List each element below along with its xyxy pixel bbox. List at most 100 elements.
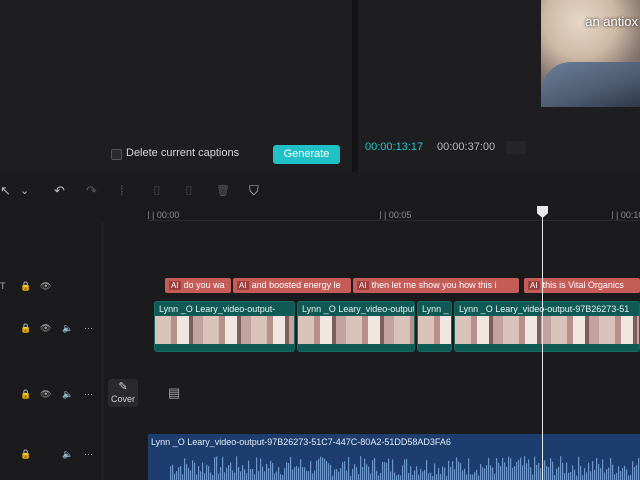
waveform-bar (310, 461, 312, 480)
waveform-bar (246, 472, 248, 480)
waveform-bar (340, 468, 342, 480)
lock-icon[interactable]: 🔒 (20, 389, 31, 399)
waveform-bar (176, 471, 178, 480)
waveform-bar (492, 467, 494, 480)
waveform-bar (576, 475, 578, 480)
waveform-bar (468, 458, 470, 480)
eye-icon[interactable]: 👁 (40, 389, 51, 399)
waveform-bar (460, 463, 462, 480)
shield-icon[interactable]: ⛉ (249, 184, 259, 198)
cover-label: Cover (110, 394, 135, 404)
waveform-bar (372, 460, 374, 480)
waveform-bar (556, 468, 558, 480)
video-clip[interactable]: Lynn _ (417, 301, 452, 352)
generate-button[interactable]: Generate (273, 145, 340, 164)
waveform-bar (458, 461, 460, 480)
waveform-bar (538, 462, 540, 480)
waveform-bar (464, 468, 466, 480)
delete-captions-checkbox[interactable] (111, 149, 122, 160)
redo-icon[interactable]: ↷ (86, 184, 97, 198)
caption-clip[interactable]: AI and boosted energy le (233, 278, 351, 293)
waveform-bar (322, 457, 324, 480)
waveform-bar (258, 471, 260, 480)
lock-icon[interactable]: 🔒 (20, 449, 31, 459)
waveform-bar (364, 458, 366, 480)
waveform-bar (462, 470, 464, 480)
waveform-bar (336, 468, 338, 480)
undo-icon[interactable]: ↶ (54, 184, 65, 198)
waveform-bar (228, 464, 230, 480)
waveform-bar (406, 459, 408, 480)
video-preview[interactable]: an antiox (541, 0, 640, 107)
chevron-down-icon[interactable]: ⌄ (20, 184, 29, 198)
waveform-bar (294, 467, 296, 480)
waveform-bar (618, 466, 620, 480)
audio-icon[interactable]: 🔈 (62, 449, 73, 459)
eye-icon[interactable]: 👁 (40, 323, 51, 333)
waveform-bar (450, 466, 452, 480)
waveform-bar (442, 466, 444, 480)
lock-icon[interactable]: 🔒 (20, 281, 31, 291)
eye-icon[interactable]: 👁 (40, 281, 51, 291)
waveform-bar (506, 466, 508, 480)
player-control-button[interactable] (506, 141, 526, 154)
audio-icon[interactable]: 🔈 (62, 389, 73, 399)
waveform-bar (488, 457, 490, 480)
waveform-bar (476, 469, 478, 480)
waveform-bar (190, 470, 192, 480)
waveform-bar (236, 456, 238, 480)
waveform-bar (314, 470, 316, 480)
waveform-bar (204, 472, 206, 480)
waveform-bar (248, 460, 250, 480)
waveform-bar (592, 461, 594, 480)
waveform-bar (400, 475, 402, 480)
playhead[interactable] (542, 212, 543, 480)
waveform-bar (444, 467, 446, 480)
waveform-bar (638, 457, 640, 480)
caption-clip[interactable]: AI then let me show you how this i (353, 278, 519, 293)
audio-icon[interactable]: 🔈 (62, 323, 73, 333)
waveform-bar (580, 465, 582, 480)
film-icon[interactable]: ▤ (168, 385, 180, 401)
video-clip[interactable]: Lynn _O Leary_video-output-9 (297, 301, 415, 352)
delete-icon[interactable]: 🗑 (216, 184, 230, 198)
waveform-bar (482, 467, 484, 480)
more-icon[interactable]: ⋯ (84, 323, 93, 333)
waveform-bar (244, 469, 246, 480)
caption-clip[interactable]: AI do you wa (165, 278, 231, 293)
waveform-bar (454, 469, 456, 480)
video-thumbnails (155, 316, 294, 344)
waveform-bar (224, 472, 226, 480)
waveform-bar (368, 466, 370, 480)
waveform-bar (356, 467, 358, 480)
waveform-bar (342, 462, 344, 480)
ruler-tick: | 00:00 (148, 210, 179, 220)
waveform-bar (188, 467, 190, 480)
more-icon[interactable]: ⋯ (84, 389, 93, 399)
audio-clip-label: Lynn _O Leary_video-output-97B26273-51C7… (151, 437, 451, 447)
split-right-icon[interactable]: ⌷ (185, 184, 193, 198)
cover-button[interactable]: ✎ Cover (108, 379, 138, 407)
waveform-bar (290, 456, 292, 480)
waveform-bar (422, 471, 424, 480)
preview-subject (541, 62, 640, 107)
waveform-bar (186, 464, 188, 480)
waveform-bar (260, 458, 262, 480)
waveform-bar (518, 460, 520, 480)
split-icon[interactable]: ⁞ (120, 184, 124, 198)
split-left-icon[interactable]: ⌷ (153, 184, 161, 198)
waveform-bar (586, 472, 588, 480)
waveform-bar (276, 471, 278, 480)
waveform-bar (536, 464, 538, 480)
video-clip[interactable]: Lynn _O Leary_video-output-97B26273-51 (454, 301, 640, 352)
video-clip[interactable]: Lynn _O Leary_video-output- (154, 301, 295, 352)
waveform-bar (466, 474, 468, 480)
waveform-bar (238, 467, 240, 480)
select-tool-icon[interactable]: ↖ (0, 184, 11, 198)
more-icon[interactable]: ⋯ (84, 449, 93, 459)
audio-clip[interactable]: Lynn _O Leary_video-output-97B26273-51C7… (148, 434, 640, 480)
waveform-bar (270, 460, 272, 480)
waveform-bar (610, 458, 612, 480)
waveform-bar (192, 460, 194, 480)
lock-icon[interactable]: 🔒 (20, 323, 31, 333)
